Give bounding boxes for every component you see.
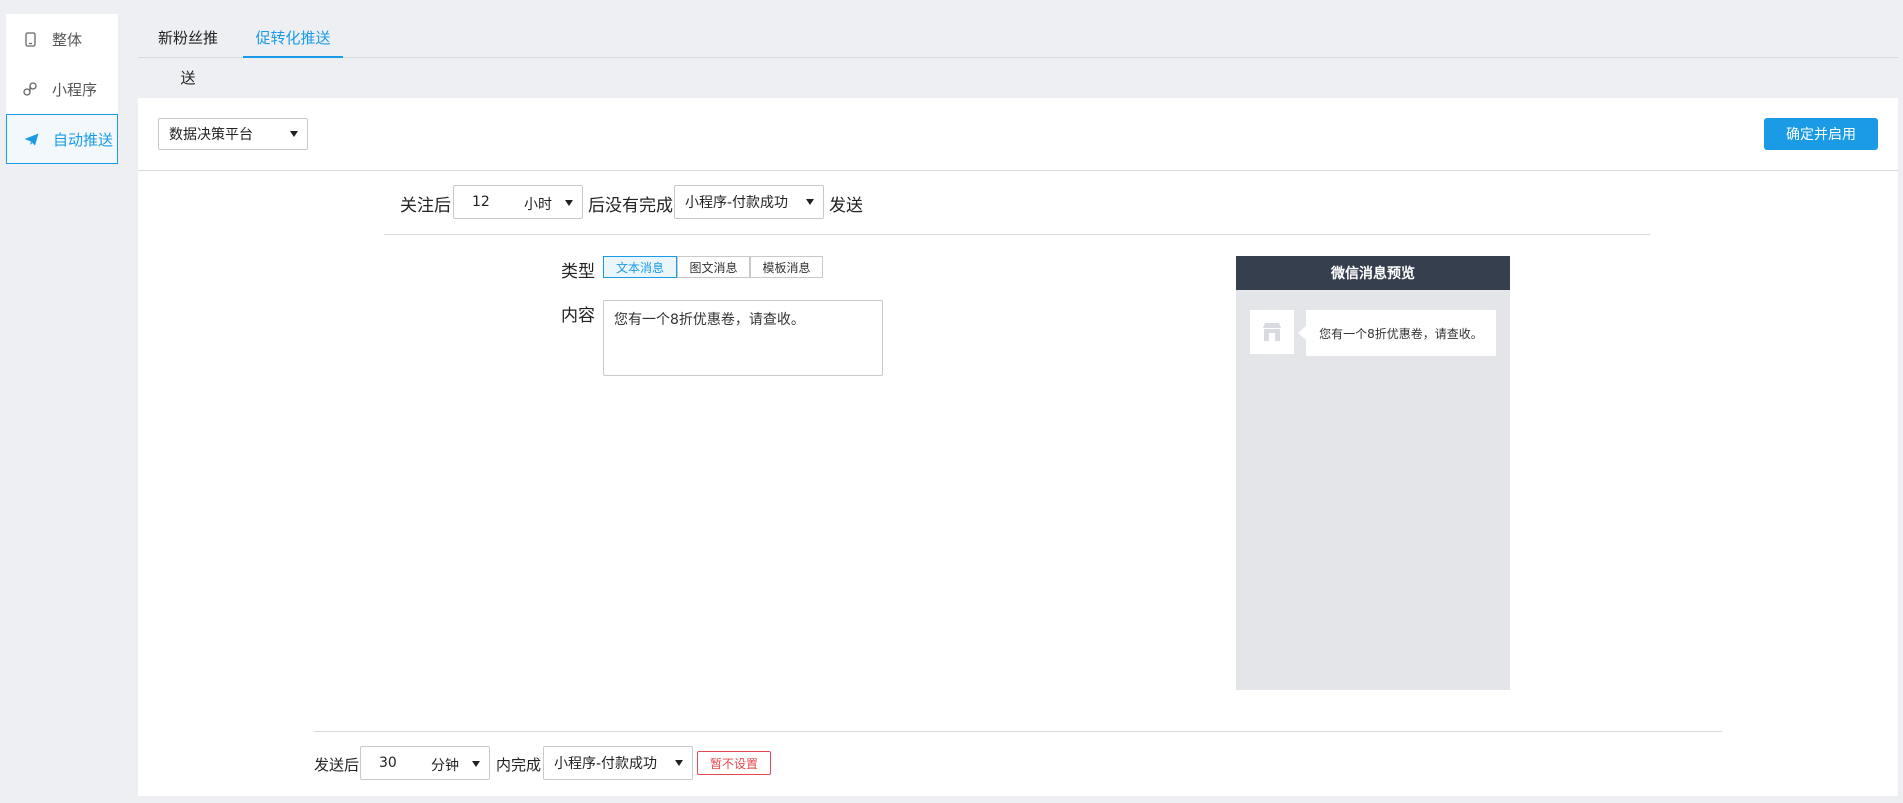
chevron-down-icon [290, 131, 298, 137]
platform-select[interactable]: 数据决策平台 [158, 118, 308, 150]
followup-event-select[interactable]: 小程序-付款成功 [543, 746, 693, 780]
message-content-textarea[interactable]: 您有一个8折优惠卷，请查收。 [603, 300, 883, 376]
chevron-down-icon [565, 200, 573, 206]
type-text-message[interactable]: 文本消息 [603, 256, 677, 278]
tab-new-fans-push[interactable]: 新粉丝推送 [152, 18, 224, 87]
followup-prefix: 发送后 [314, 756, 360, 774]
rule-prefix: 关注后 [400, 196, 451, 216]
followup-middle: 内完成 [496, 756, 542, 774]
chevron-down-icon [806, 199, 814, 205]
preview-message-bubble: 您有一个8折优惠卷，请查收。 [1298, 310, 1496, 356]
push-tabs: 新粉丝推送 促转化推送 [138, 18, 1898, 87]
rule-event-select[interactable]: 小程序-付款成功 [674, 185, 824, 219]
sidebar-item-label: 整体 [52, 30, 83, 49]
sidebar-item-miniprogram[interactable]: 小程序 [6, 64, 118, 114]
sidebar-item-label: 小程序 [52, 80, 98, 99]
sidebar-item-overall[interactable]: 整体 [6, 14, 118, 64]
preview-title: 微信消息预览 [1236, 256, 1510, 290]
message-type-label: 类型 [561, 262, 595, 282]
sidebar-item-label: 自动推送 [53, 130, 114, 149]
rule-middle: 后没有完成 [588, 196, 673, 216]
confirm-enable-button[interactable]: 确定并启用 [1764, 118, 1878, 150]
header-divider [138, 170, 1898, 171]
followup-delay-input[interactable]: 30 分钟 [360, 746, 490, 780]
type-image-text-message[interactable]: 图文消息 [677, 256, 750, 278]
miniprogram-icon [22, 81, 38, 97]
sidebar-item-auto-push[interactable]: 自动推送 [6, 114, 118, 164]
skip-setting-button[interactable]: 暂不设置 [697, 751, 771, 775]
chevron-down-icon [472, 761, 480, 767]
followup-divider [314, 731, 1722, 732]
message-content-label: 内容 [561, 306, 595, 326]
rule-divider [384, 234, 1650, 235]
rule-suffix: 发送 [829, 196, 863, 216]
shop-icon [1250, 310, 1294, 354]
send-icon [23, 131, 39, 147]
push-config-card: 数据决策平台 确定并启用 关注后 12 小时 后没有完成 小程序-付款成功 发送… [138, 98, 1898, 796]
wechat-preview-panel: 微信消息预览 您有一个8折优惠卷，请查收。 [1236, 256, 1510, 690]
chevron-down-icon [675, 760, 683, 766]
phone-icon [22, 31, 38, 47]
type-template-message[interactable]: 模板消息 [750, 256, 823, 278]
tab-conversion-push[interactable]: 促转化推送 [243, 18, 343, 58]
rule-delay-input[interactable]: 12 小时 [453, 185, 583, 219]
sidebar: 整体 小程序 自动推送 [6, 14, 118, 164]
